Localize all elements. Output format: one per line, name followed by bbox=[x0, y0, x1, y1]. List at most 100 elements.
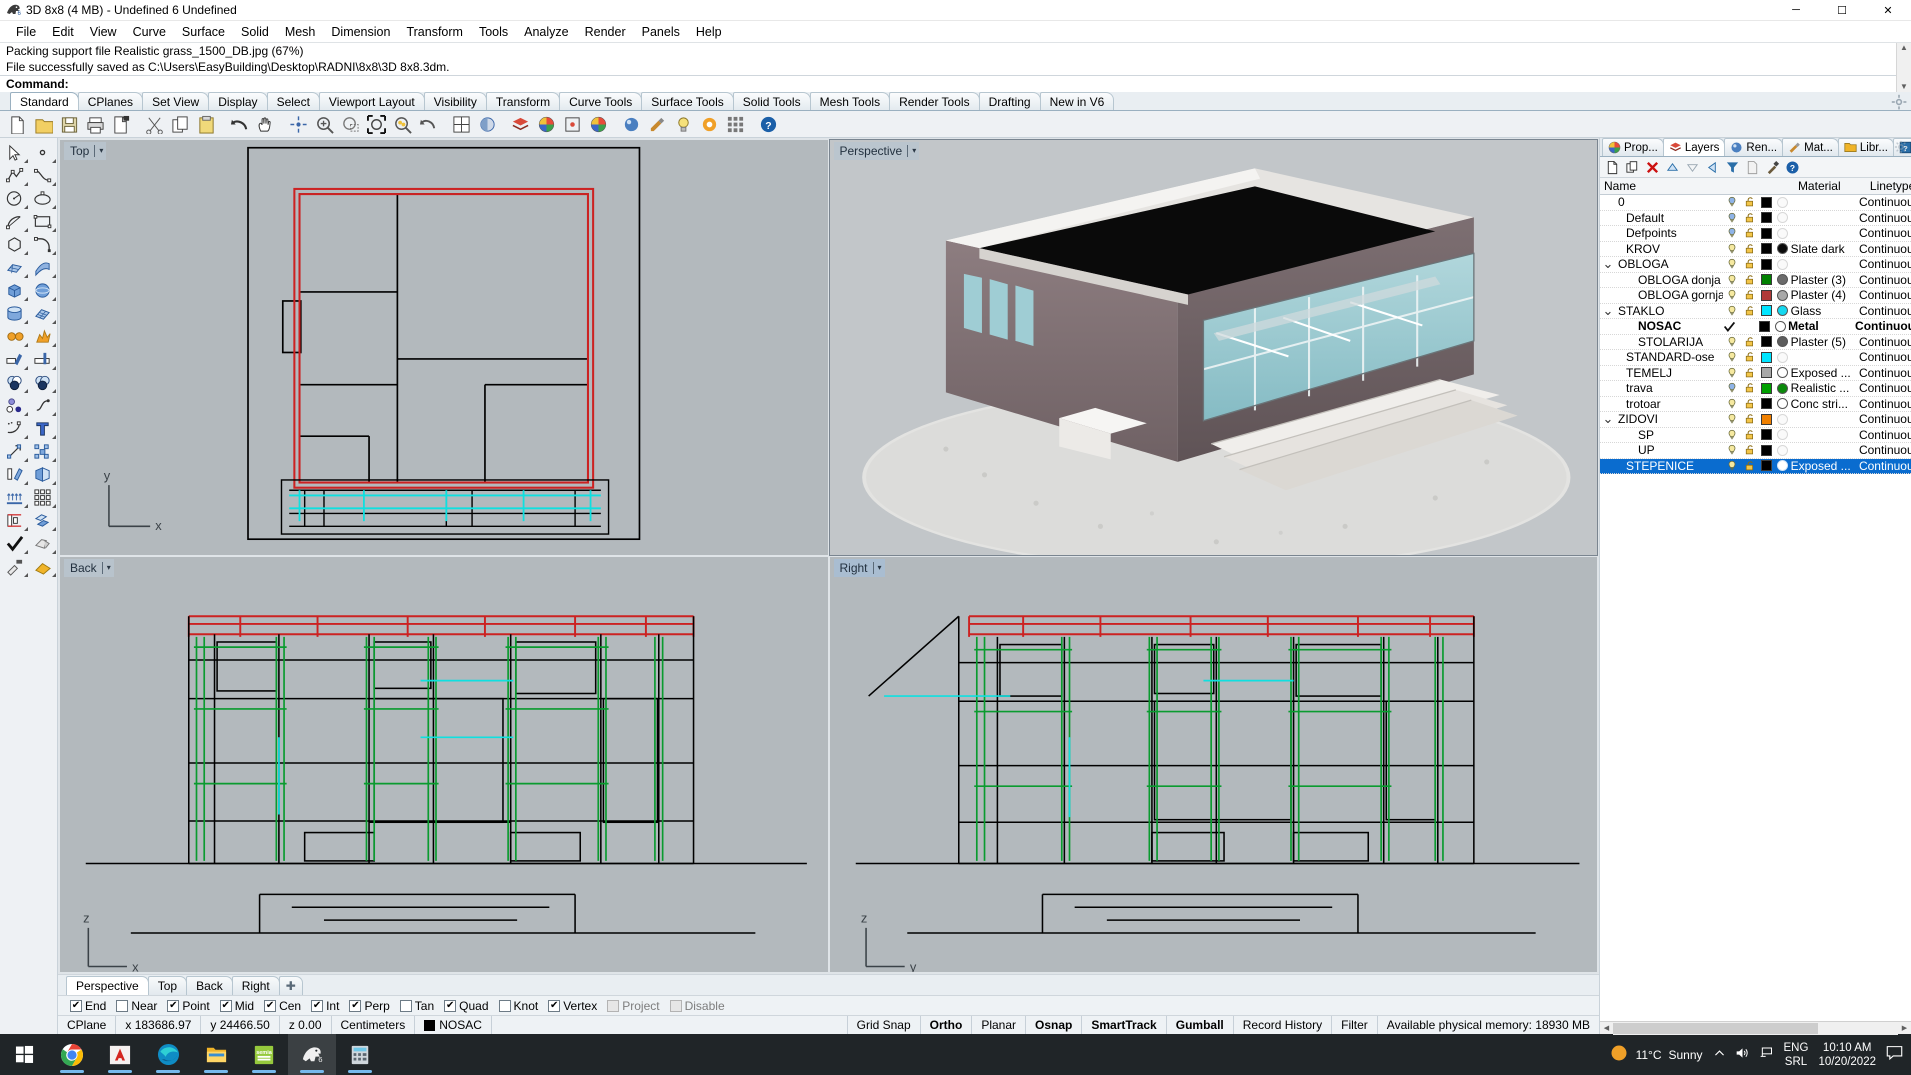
layer-linetype-cell[interactable]: Continuous bbox=[1855, 350, 1911, 364]
grid-snap-icon[interactable] bbox=[722, 112, 748, 137]
layer-lock-toggle[interactable] bbox=[1741, 227, 1759, 239]
layer-linetype-cell[interactable]: Continuous bbox=[1851, 319, 1911, 333]
layer-linetype-cell[interactable]: Continuous bbox=[1855, 381, 1911, 395]
scroll-right-icon[interactable]: ▶ bbox=[1898, 1022, 1911, 1035]
chevron-down-icon[interactable]: ▾ bbox=[907, 145, 916, 157]
checkbox[interactable]: ✔ bbox=[444, 999, 457, 1012]
move-up-icon[interactable] bbox=[1663, 158, 1682, 177]
layer-color-swatch[interactable] bbox=[1759, 212, 1775, 224]
copy-objects-icon[interactable] bbox=[29, 440, 58, 463]
layer-material-ball[interactable] bbox=[1775, 429, 1791, 441]
material-icon[interactable] bbox=[644, 112, 670, 137]
layer-row[interactable]: Defpoints Continuous bbox=[1600, 226, 1911, 242]
layer-color-swatch[interactable] bbox=[1759, 336, 1775, 348]
minimize-button[interactable]: ─ bbox=[1773, 0, 1819, 21]
viewport-right[interactable]: z y Right ▾ bbox=[829, 557, 1597, 972]
language-indicator[interactable]: ENG SRL bbox=[1784, 1041, 1809, 1069]
layer-name-cell[interactable]: SP bbox=[1600, 428, 1723, 442]
flyout-arrow-icon[interactable] bbox=[52, 205, 56, 209]
flyout-arrow-icon[interactable] bbox=[23, 458, 28, 462]
toolbar-tab-viewport-layout[interactable]: Viewport Layout bbox=[318, 92, 425, 110]
flyout-arrow-icon[interactable] bbox=[52, 159, 56, 163]
layer-row[interactable]: STEPENICE Exposed ...Continuous bbox=[1600, 458, 1911, 474]
layer-linetype-cell[interactable]: Continuous bbox=[1855, 304, 1911, 318]
layer-material-ball[interactable] bbox=[1775, 243, 1791, 255]
layer-name-cell[interactable]: OBLOGA gornja bbox=[1600, 288, 1723, 302]
scroll-track[interactable] bbox=[1613, 1021, 1898, 1035]
layers-list[interactable]: 0 Continuous Default Continuous Defpoints Con… bbox=[1600, 195, 1911, 1021]
layer-visibility-toggle[interactable] bbox=[1723, 382, 1741, 394]
layer-row[interactable]: SP Continuous bbox=[1600, 428, 1911, 443]
print-icon[interactable] bbox=[82, 112, 108, 137]
extrude-surface-icon[interactable] bbox=[29, 256, 58, 279]
clock[interactable]: 10:10 AM 10/20/2022 bbox=[1818, 1041, 1876, 1069]
move-left-icon[interactable] bbox=[1703, 158, 1722, 177]
layer-linetype-cell[interactable]: Continuous bbox=[1855, 211, 1911, 225]
mirror-icon[interactable] bbox=[29, 463, 58, 486]
layer-linetype-cell[interactable]: Continuous bbox=[1855, 366, 1911, 380]
layer-color-swatch[interactable] bbox=[1759, 429, 1775, 441]
layer-name-cell[interactable]: OBLOGA donja bbox=[1600, 273, 1723, 287]
flyout-arrow-icon[interactable] bbox=[23, 389, 28, 393]
layer-linetype-cell[interactable]: Continuous bbox=[1855, 195, 1911, 209]
layer-visibility-toggle[interactable] bbox=[1723, 274, 1741, 286]
checkbox[interactable]: ✔ bbox=[167, 999, 180, 1012]
panel-tab-mat[interactable]: Mat... bbox=[1782, 138, 1839, 156]
explode-icon[interactable] bbox=[29, 325, 58, 348]
offset-surface-icon[interactable] bbox=[29, 509, 58, 532]
layer-material-cell[interactable]: Exposed ... bbox=[1791, 459, 1855, 473]
layer-row[interactable]: NOSAC MetalContinuous bbox=[1600, 319, 1911, 335]
checkbox[interactable]: ✔ bbox=[311, 999, 324, 1012]
layer-row[interactable]: ⌄ STAKLO GlassContinuous bbox=[1600, 304, 1911, 319]
circle-icon[interactable] bbox=[0, 187, 29, 210]
flyout-arrow-icon[interactable] bbox=[52, 573, 56, 577]
layer-row[interactable]: TEMELJ Exposed ...Continuous bbox=[1600, 366, 1911, 381]
properties-icon[interactable] bbox=[533, 112, 559, 137]
rotate-view-icon[interactable] bbox=[285, 112, 311, 137]
expand-chevron-icon[interactable]: ⌄ bbox=[1602, 412, 1614, 425]
flyout-arrow-icon[interactable] bbox=[52, 343, 56, 347]
object-snap-icon[interactable] bbox=[559, 112, 585, 137]
menu-item-dimension[interactable]: Dimension bbox=[323, 23, 398, 41]
viewport-title-right[interactable]: Right ▾ bbox=[833, 559, 885, 577]
flyout-arrow-icon[interactable] bbox=[52, 320, 56, 324]
flyout-arrow-icon[interactable] bbox=[23, 343, 28, 347]
layer-lock-toggle[interactable] bbox=[1741, 289, 1759, 301]
layer-lock-toggle[interactable] bbox=[1741, 444, 1759, 456]
curve-blend-icon[interactable] bbox=[29, 394, 58, 417]
layer-row[interactable]: trotoar Conc stri...Continuous bbox=[1600, 397, 1911, 412]
pan-hand-icon[interactable] bbox=[252, 112, 278, 137]
windows-start-icon[interactable] bbox=[0, 1034, 48, 1075]
layer-material-cell[interactable]: Slate dark bbox=[1791, 242, 1855, 256]
expand-chevron-icon[interactable]: ⌄ bbox=[1602, 304, 1614, 317]
flyout-arrow-icon[interactable] bbox=[52, 251, 56, 255]
status-grid-snap[interactable]: Grid Snap bbox=[848, 1016, 921, 1034]
layer-lock-toggle[interactable] bbox=[1741, 212, 1759, 224]
filter-icon[interactable] bbox=[1723, 158, 1742, 177]
light-bulb-icon[interactable] bbox=[670, 112, 696, 137]
layer-lock-toggle[interactable] bbox=[1741, 429, 1759, 441]
layers-icon[interactable] bbox=[507, 112, 533, 137]
zoom-previous-icon[interactable] bbox=[415, 112, 441, 137]
chevron-down-icon[interactable]: ▾ bbox=[101, 562, 111, 574]
layer-row[interactable]: ⌄ ZIDOVI Continuous bbox=[1600, 412, 1911, 428]
layer-row[interactable]: UP Continuous bbox=[1600, 443, 1911, 459]
copy-layer-icon[interactable] bbox=[1623, 158, 1642, 177]
layer-row[interactable]: STOLARIJA Plaster (5)Continuous bbox=[1600, 335, 1911, 350]
move-icon[interactable] bbox=[0, 440, 29, 463]
menu-item-curve[interactable]: Curve bbox=[125, 23, 174, 41]
menu-item-tools[interactable]: Tools bbox=[471, 23, 516, 41]
zoom-in-icon[interactable] bbox=[311, 112, 337, 137]
viewport-back-canvas[interactable]: z x bbox=[60, 557, 828, 972]
new-file-icon[interactable] bbox=[4, 112, 30, 137]
layer-name-cell[interactable]: Defpoints bbox=[1600, 226, 1723, 240]
layer-material-ball[interactable] bbox=[1775, 305, 1791, 317]
viewport-right-canvas[interactable]: z y bbox=[829, 557, 1597, 972]
menu-item-mesh[interactable]: Mesh bbox=[277, 23, 324, 41]
osnap-quad[interactable]: ✔ Quad bbox=[444, 999, 489, 1013]
flyout-arrow-icon[interactable] bbox=[52, 182, 56, 186]
status-units[interactable]: Centimeters bbox=[332, 1016, 416, 1034]
layer-row[interactable]: 0 Continuous bbox=[1600, 195, 1911, 211]
flyout-arrow-icon[interactable] bbox=[23, 297, 28, 301]
layer-visibility-toggle[interactable] bbox=[1723, 258, 1741, 270]
